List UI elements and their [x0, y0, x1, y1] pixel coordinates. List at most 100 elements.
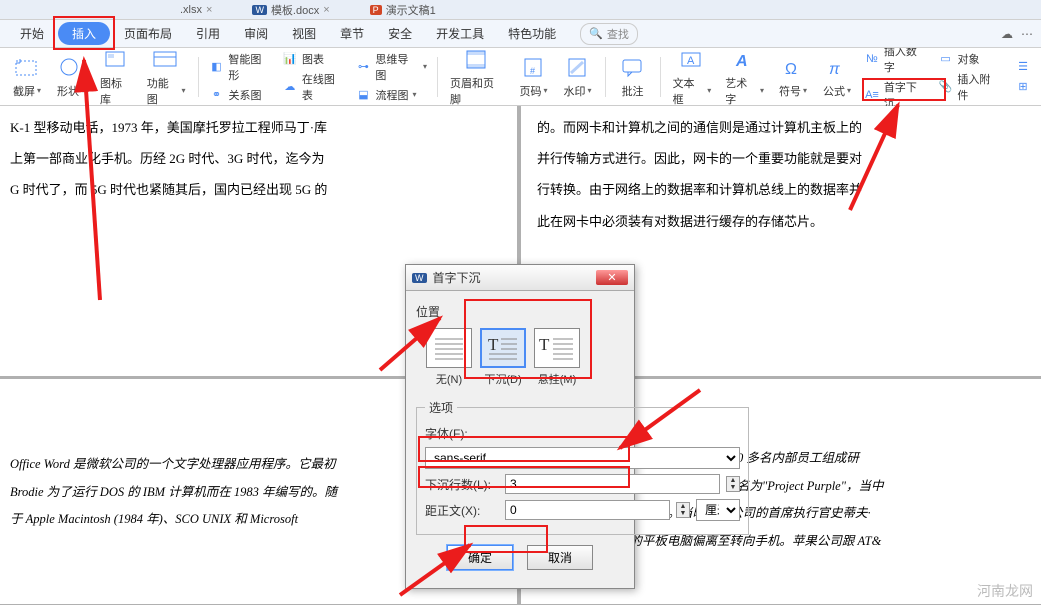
num-icon: №	[864, 51, 880, 67]
pos-option-margin[interactable]: T 悬挂(M)	[534, 328, 580, 387]
ribbon-textbox[interactable]: A文本框▾	[667, 45, 718, 109]
options-legend: 选项	[425, 399, 457, 416]
menu-special[interactable]: 特色功能	[498, 21, 566, 46]
doc-line: 上第一部商业化手机。历经 2G 时代、3G 时代，迄今为	[10, 143, 507, 174]
ribbon-wordart[interactable]: A艺术字▾	[719, 45, 770, 109]
more-icon[interactable]: ⋯	[1021, 27, 1033, 41]
ribbon-formula[interactable]: π公式▾	[816, 53, 858, 101]
distance-label: 距正文(X):	[425, 502, 499, 519]
menu-security[interactable]: 安全	[378, 21, 422, 46]
ribbon-flowchart[interactable]: ⬓流程图▾	[352, 86, 431, 104]
ribbon-attachment[interactable]: 📎插入附件	[934, 70, 1006, 104]
pos-label: 悬挂(M)	[538, 371, 577, 387]
header-footer-icon	[463, 47, 491, 73]
textbox-icon: A	[678, 47, 706, 73]
ribbon-smartart[interactable]: ◧智能图形	[205, 50, 277, 84]
wordart-icon: A	[731, 47, 759, 73]
dialog-title: 首字下沉	[433, 269, 481, 286]
screenshot-icon	[13, 55, 41, 81]
ribbon-online-chart[interactable]: ☁在线图表	[278, 70, 350, 104]
ribbon-symbol[interactable]: Ω符号▾	[772, 53, 814, 101]
file-tab-ppt[interactable]: P演示文稿1	[370, 2, 436, 18]
doc-line: 并行传输方式进行。因此，网卡的一个重要功能就是要对	[537, 143, 1031, 174]
sync-icon[interactable]: ☁	[1001, 27, 1013, 41]
ribbon-comment[interactable]: 批注	[612, 53, 654, 101]
svg-text:#: #	[530, 66, 535, 76]
relation-icon: ⚭	[209, 87, 225, 103]
ok-button[interactable]: 确定	[447, 545, 513, 570]
menu-bar: 开始 插入 页面布局 引用 审阅 视图 章节 安全 开发工具 特色功能 🔍查找 …	[0, 20, 1041, 48]
shape-icon	[57, 55, 85, 81]
more-icon: ⊞	[1015, 79, 1031, 95]
chart-icon: 📊	[282, 51, 298, 67]
file-tab-bar: .xlsx× W模板.docx× P演示文稿1	[0, 0, 1041, 20]
ribbon-chart[interactable]: 📊图表	[278, 50, 350, 68]
file-tab-docx[interactable]: W模板.docx×	[252, 2, 329, 18]
doc-line: 的。而网卡和计算机之间的通信则是通过计算机主板上的	[537, 112, 1031, 143]
pos-label: 下沉(D)	[484, 371, 521, 387]
online-chart-icon: ☁	[282, 79, 298, 95]
formula-icon: π	[823, 55, 851, 81]
svg-text:A: A	[687, 55, 695, 67]
menu-review[interactable]: 审阅	[234, 21, 278, 46]
watermark: 河南龙网	[977, 581, 1033, 601]
close-icon[interactable]: ×	[323, 4, 329, 16]
svg-text:T: T	[539, 335, 550, 354]
ribbon-shape[interactable]: 形状▾	[50, 53, 92, 101]
ribbon-header-footer[interactable]: 页眉和页脚	[444, 45, 511, 109]
func-icon	[152, 47, 180, 73]
ribbon-more2[interactable]: ⊞	[1011, 78, 1035, 96]
file-tab-xlsx[interactable]: .xlsx×	[180, 4, 212, 16]
ribbon-more1[interactable]: ☰	[1011, 58, 1035, 76]
position-label: 位置	[416, 303, 624, 320]
doc-line: 此在网卡中必须装有对数据进行缓存的存储芯片。	[537, 206, 1031, 237]
mindmap-icon: ⊶	[356, 59, 372, 75]
close-button[interactable]: ✕	[596, 270, 628, 285]
menu-chapter[interactable]: 章节	[330, 21, 374, 46]
gallery-icon	[102, 47, 130, 73]
doc-line: 行转换。由于网络上的数据率和计算机总线上的数据率并	[537, 174, 1031, 205]
lines-spinner[interactable]: ▲▼	[726, 476, 740, 492]
word-icon: W	[252, 5, 267, 15]
menu-reference[interactable]: 引用	[186, 21, 230, 46]
more-icon: ☰	[1015, 59, 1031, 75]
menu-page-layout[interactable]: 页面布局	[114, 21, 182, 46]
lines-input[interactable]	[505, 474, 720, 494]
comment-icon	[619, 55, 647, 81]
svg-text:Ω: Ω	[785, 61, 797, 78]
svg-text:A: A	[735, 53, 748, 70]
menu-view[interactable]: 视图	[282, 21, 326, 46]
pos-option-none[interactable]: 无(N)	[426, 328, 472, 387]
pos-label: 无(N)	[436, 371, 462, 387]
symbol-icon: Ω	[779, 55, 807, 81]
search-box[interactable]: 🔍查找	[580, 23, 638, 45]
ribbon-gallery[interactable]: 图标库	[94, 45, 139, 109]
ribbon-mindmap[interactable]: ⊶思维导图▾	[352, 50, 431, 84]
ribbon-relation[interactable]: ⚭关系图	[205, 86, 277, 104]
unit-select[interactable]: 厘米	[696, 499, 740, 521]
watermark-icon	[564, 55, 592, 81]
ribbon-page-num[interactable]: #页码▾	[513, 53, 555, 101]
ribbon-func[interactable]: 功能图▾	[141, 45, 192, 109]
word-icon: W	[412, 273, 427, 283]
dropcap-icon: A≡	[864, 87, 880, 103]
ribbon-screenshot[interactable]: 截屏▾	[6, 53, 48, 101]
doc-line: G 时代了，而 5G 时代也紧随其后，国内已经出现 5G 的	[10, 174, 507, 205]
ribbon-object[interactable]: ▭对象	[934, 50, 1006, 68]
cancel-button[interactable]: 取消	[527, 545, 593, 570]
dialog-title-bar[interactable]: W 首字下沉 ✕	[406, 265, 634, 291]
close-icon[interactable]: ×	[206, 4, 212, 16]
attachment-icon: 📎	[938, 79, 954, 95]
menu-insert[interactable]: 插入	[58, 22, 110, 45]
flowchart-icon: ⬓	[356, 87, 372, 103]
font-select[interactable]: sans-serif	[425, 447, 740, 469]
svg-text:π: π	[829, 61, 840, 78]
distance-spinner[interactable]: ▲▼	[676, 502, 690, 518]
pos-option-dropped[interactable]: T 下沉(D)	[480, 328, 526, 387]
menu-start[interactable]: 开始	[10, 21, 54, 46]
ribbon: 截屏▾ 形状▾ 图标库 功能图▾ ◧智能图形 ⚭关系图 📊图表 ☁在线图表 ⊶思…	[0, 48, 1041, 106]
ribbon-watermark[interactable]: 水印▾	[557, 53, 599, 101]
font-label: 字体(F):	[425, 425, 499, 442]
distance-input[interactable]	[505, 500, 670, 520]
menu-dev[interactable]: 开发工具	[426, 21, 494, 46]
